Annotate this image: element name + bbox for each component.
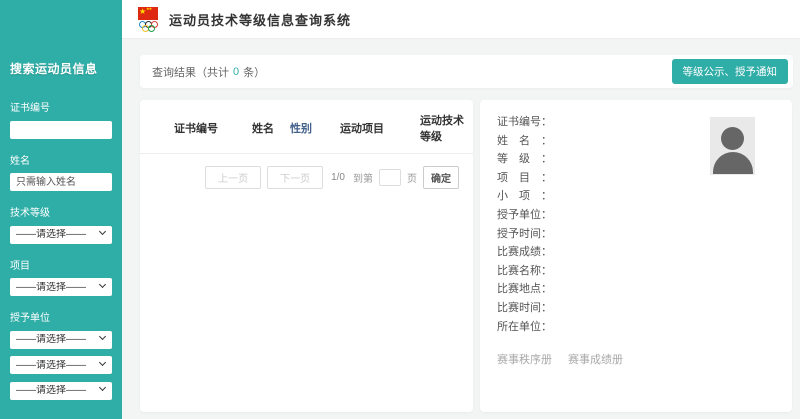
event-schedule-book-link[interactable]: 赛事秩序册 <box>497 351 552 367</box>
award-unit-group: 授予单位 ——请选择—— ——请选择—— ——请选择—— <box>10 309 112 400</box>
athlete-detail-card: 证书编号： 姓 名 ： 等 级 ： 项 目 ： 小 项 ： 授予单位： 授予时间… <box>480 100 792 412</box>
results-table-card: 证书编号 姓名 性别 运动项目 运动技术等级 上一页 下一页 1/0 到第 页 … <box>140 100 473 412</box>
col-header-cert-number: 证书编号 <box>140 120 252 136</box>
results-summary-bar: 查询结果（共计 0 条） 等级公示、授予通知 <box>140 55 793 88</box>
summary-prefix: 查询结果（共计 <box>152 64 229 80</box>
detail-award-time: 授予时间： <box>497 225 792 244</box>
cert-number-label: 证书编号 <box>10 99 112 114</box>
main-panel: ★ ★★ 运动员技术等级信息查询系统 查询结果（共计 0 条） 等级公示、授予通… <box>122 0 800 419</box>
results-summary: 查询结果（共计 0 条） <box>152 64 265 80</box>
project-group: 项目 ——请选择—— <box>10 257 112 297</box>
pagination: 上一页 下一页 1/0 到第 页 确定 <box>140 154 473 189</box>
flag-small-stars-icon: ★★ <box>146 4 151 14</box>
table-header-row: 证书编号 姓名 性别 运动项目 运动技术等级 <box>140 100 473 154</box>
col-header-sport: 运动项目 <box>340 120 420 136</box>
detail-competition-score: 比赛成绩： <box>497 243 792 262</box>
page-indicator: 1/0 <box>331 172 345 183</box>
china-flag-icon: ★ ★★ <box>138 7 158 20</box>
detail-subitem: 小 项 ： <box>497 187 792 206</box>
next-page-button[interactable]: 下一页 <box>267 166 323 189</box>
summary-suffix: 条） <box>243 64 265 80</box>
china-olympic-logo: ★ ★★ <box>137 7 159 32</box>
event-results-book-link[interactable]: 赛事成绩册 <box>568 351 623 367</box>
cert-number-group: 证书编号 <box>10 99 112 139</box>
detail-competition-time: 比赛时间： <box>497 299 792 318</box>
event-book-links: 赛事秩序册 赛事成绩册 <box>497 351 792 367</box>
grade-notice-button[interactable]: 等级公示、授予通知 <box>672 59 789 84</box>
cert-number-input[interactable] <box>10 121 112 139</box>
name-label: 姓名 <box>10 152 112 167</box>
grade-select[interactable]: ——请选择—— <box>10 226 112 244</box>
grade-label: 技术等级 <box>10 204 112 219</box>
col-header-grade: 运动技术等级 <box>420 112 473 144</box>
award-unit-label: 授予单位 <box>10 309 112 324</box>
prev-page-button[interactable]: 上一页 <box>205 166 261 189</box>
page-title: 运动员技术等级信息查询系统 <box>169 10 351 29</box>
result-count: 0 <box>233 66 239 78</box>
award-unit-select-3[interactable]: ——请选择—— <box>10 382 112 400</box>
award-unit-select-1[interactable]: ——请选择—— <box>10 331 112 349</box>
app-header: ★ ★★ 运动员技术等级信息查询系统 <box>122 0 800 39</box>
page-unit-label: 页 <box>407 170 417 185</box>
avatar-head-icon <box>721 127 744 150</box>
avatar <box>710 117 755 175</box>
avatar-torso-icon <box>713 152 753 174</box>
project-select[interactable]: ——请选择—— <box>10 278 112 296</box>
goto-page-input[interactable] <box>379 169 401 186</box>
project-label: 项目 <box>10 257 112 272</box>
goto-page-prefix: 到第 <box>353 170 373 185</box>
col-header-sex[interactable]: 性别 <box>290 120 340 136</box>
name-group: 姓名 <box>10 152 112 192</box>
detail-current-unit: 所在单位： <box>497 318 792 337</box>
name-input[interactable] <box>10 173 112 191</box>
sidebar-heading: 搜索运动员信息 <box>10 60 112 77</box>
search-sidebar: 搜索运动员信息 证书编号 姓名 技术等级 ——请选择—— 项目 ——请选择—— … <box>0 0 122 419</box>
award-unit-select-2[interactable]: ——请选择—— <box>10 356 112 374</box>
grade-group: 技术等级 ——请选择—— <box>10 204 112 244</box>
olympic-rings-icon <box>139 21 157 32</box>
detail-award-unit: 授予单位： <box>497 206 792 225</box>
goto-confirm-button[interactable]: 确定 <box>423 166 459 189</box>
detail-competition-name: 比赛名称： <box>497 262 792 281</box>
detail-competition-place: 比赛地点： <box>497 280 792 299</box>
col-header-name: 姓名 <box>252 120 290 136</box>
